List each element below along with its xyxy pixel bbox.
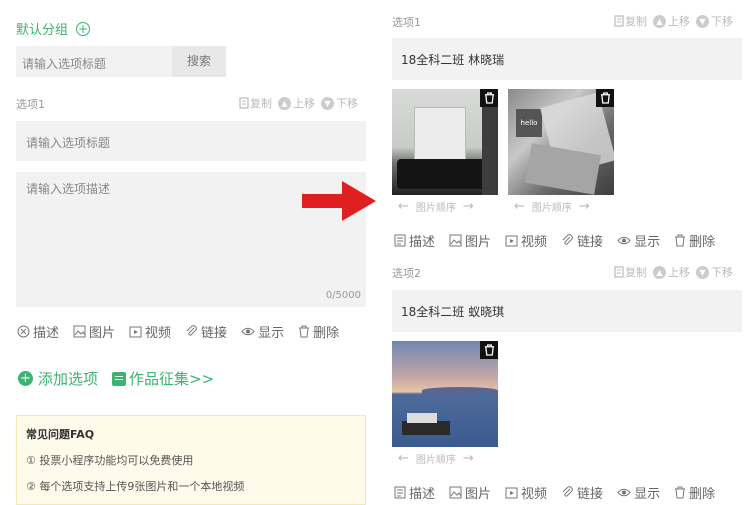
video-icon	[129, 326, 142, 338]
move-down-button[interactable]: ▼ 下移	[696, 13, 733, 29]
arrow-right-icon[interactable]: →	[463, 451, 474, 466]
option-photo[interactable]	[392, 89, 498, 195]
paperclip-icon	[562, 234, 573, 245]
image-icon	[449, 486, 462, 499]
image-icon	[73, 325, 86, 338]
trash-icon	[675, 234, 686, 247]
option-label: 选项1	[16, 98, 45, 111]
copy-icon	[614, 266, 624, 278]
right-option-controls: 复制 ▲ 上移 ▼ 下移	[608, 13, 733, 29]
video-action[interactable]: 视频	[505, 231, 547, 250]
copy-button[interactable]: 复制	[614, 264, 647, 280]
option-photo[interactable]: hello	[508, 89, 614, 195]
copy-button[interactable]: 复制	[614, 13, 647, 29]
move-up-button[interactable]: ▲ 上移	[653, 13, 690, 29]
image-action[interactable]: 图片	[449, 231, 491, 250]
show-action[interactable]: 显示	[617, 483, 660, 502]
image-order-control: ← 图片顺序 →	[398, 199, 474, 214]
trash-icon	[484, 344, 494, 356]
arrow-down-icon: ▼	[696, 14, 709, 28]
move-up-button[interactable]: ▲ 上移	[278, 95, 315, 111]
title-search-input[interactable]: 请输入选项标题	[16, 46, 172, 77]
describe-action[interactable]: 描述	[394, 231, 435, 250]
right-action-bar: 描述 图片 视频 链接 显示 删除	[394, 231, 729, 250]
trash-icon	[675, 486, 686, 499]
move-down-button[interactable]: ▼ 下移	[321, 95, 358, 111]
document-icon	[112, 371, 126, 386]
eye-icon	[617, 236, 631, 245]
arrow-up-icon: ▲	[278, 96, 291, 110]
add-group-icon[interactable]: +	[76, 21, 91, 36]
trash-icon	[484, 92, 494, 104]
option-title-input[interactable]: 请输入选项标题	[16, 121, 366, 161]
paperclip-icon	[562, 486, 573, 497]
document-icon	[394, 486, 406, 499]
plus-circle-icon: +	[18, 371, 33, 386]
video-action[interactable]: 视频	[505, 483, 547, 502]
arrow-left-icon[interactable]: ←	[514, 199, 525, 214]
arrow-up-icon: ▲	[653, 265, 666, 279]
search-button[interactable]: 搜索	[172, 46, 226, 77]
arrow-down-icon: ▼	[321, 96, 334, 110]
delete-image-button[interactable]	[480, 341, 498, 359]
eye-icon	[241, 327, 255, 336]
delete-action[interactable]: 删除	[674, 483, 715, 502]
copy-icon	[614, 15, 624, 27]
link-action[interactable]: 链接	[561, 483, 603, 502]
trash-icon	[299, 325, 310, 338]
move-down-button[interactable]: ▼ 下移	[696, 264, 733, 280]
char-counter: 0/5000	[325, 290, 361, 301]
arrow-left-icon[interactable]: ←	[398, 451, 409, 466]
delete-action[interactable]: 删除	[674, 231, 715, 250]
option-title-field[interactable]: 18全科二班 林晓瑞	[392, 38, 742, 80]
faq-item: ① 投票小程序功能均可以免费使用	[26, 454, 194, 467]
image-order-control: ← 图片顺序 →	[398, 451, 474, 466]
right-option-controls: 复制 ▲ 上移 ▼ 下移	[608, 264, 733, 280]
option-controls: 复制 ▲ 上移 ▼ 下移	[233, 95, 358, 111]
eye-icon	[617, 488, 631, 497]
describe-action[interactable]: 描述	[394, 483, 435, 502]
collect-works-link[interactable]: 作品征集>>	[112, 368, 214, 389]
arrow-right-icon[interactable]: →	[579, 199, 590, 214]
delete-image-button[interactable]	[480, 89, 498, 107]
right-action-bar: 描述 图片 视频 链接 显示 删除	[394, 483, 729, 502]
link-action[interactable]: 链接	[185, 322, 227, 341]
faq-title: 常见问题FAQ	[26, 428, 95, 441]
option-photo[interactable]	[392, 341, 498, 447]
move-up-button[interactable]: ▲ 上移	[653, 264, 690, 280]
image-order-control: ← 图片顺序 →	[514, 199, 590, 214]
arrow-up-icon: ▲	[653, 14, 666, 28]
faq-item: ② 每个选项支持上传9张图片和一个本地视频	[26, 480, 245, 493]
arrow-left-icon[interactable]: ←	[398, 199, 409, 214]
left-action-bar: 描述 图片 视频 链接 显示 删除	[17, 322, 353, 341]
delete-action[interactable]: 删除	[298, 322, 339, 341]
faq-box: 常见问题FAQ ① 投票小程序功能均可以免费使用 ② 每个选项支持上传9张图片和…	[16, 415, 366, 505]
delete-image-button[interactable]	[596, 89, 614, 107]
trash-icon	[600, 92, 610, 104]
option-title-field[interactable]: 18全科二班 蚁晓琪	[392, 290, 742, 332]
show-action[interactable]: 显示	[241, 322, 284, 341]
close-circle-icon	[17, 325, 30, 338]
copy-button[interactable]: 复制	[239, 95, 272, 111]
arrow-down-icon: ▼	[696, 265, 709, 279]
image-action[interactable]: 图片	[449, 483, 491, 502]
paperclip-icon	[186, 325, 197, 336]
arrow-right-icon[interactable]: →	[463, 199, 474, 214]
right-option-label: 选项1	[392, 16, 421, 29]
add-option-button[interactable]: + 添加选项	[18, 368, 98, 389]
image-action[interactable]: 图片	[73, 322, 115, 341]
describe-action[interactable]: 描述	[17, 322, 59, 341]
link-action[interactable]: 链接	[561, 231, 603, 250]
image-icon	[449, 234, 462, 247]
copy-icon	[239, 97, 249, 109]
video-icon	[505, 235, 518, 247]
video-icon	[505, 487, 518, 499]
video-action[interactable]: 视频	[129, 322, 171, 341]
right-option-label: 选项2	[392, 267, 421, 280]
show-action[interactable]: 显示	[617, 231, 660, 250]
group-title: 默认分组 +	[16, 21, 91, 38]
document-icon	[394, 234, 406, 247]
red-arrow-icon	[302, 181, 376, 221]
